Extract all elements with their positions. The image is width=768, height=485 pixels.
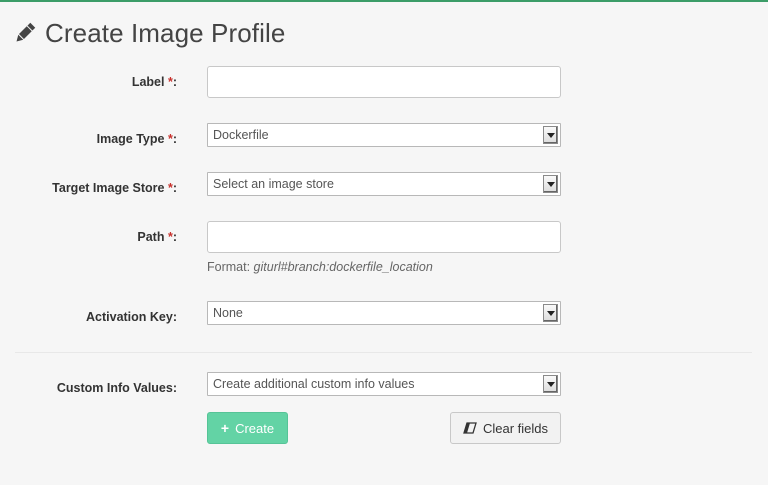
page-header: Create Image Profile xyxy=(14,16,285,50)
activation-key-label: Activation Key: xyxy=(86,310,177,324)
target-store-label: Target Image Store *: xyxy=(52,181,177,195)
chevron-down-icon[interactable] xyxy=(543,304,558,322)
activation-key-value: None xyxy=(213,306,243,320)
target-store-value: Select an image store xyxy=(213,177,334,191)
label-input[interactable] xyxy=(207,66,561,98)
clear-fields-button[interactable]: Clear fields xyxy=(450,412,561,444)
image-type-select[interactable]: Dockerfile xyxy=(207,123,561,147)
chevron-down-icon[interactable] xyxy=(543,175,558,193)
target-store-select[interactable]: Select an image store xyxy=(207,172,561,196)
image-type-value: Dockerfile xyxy=(213,128,269,142)
custom-info-select[interactable]: Create additional custom info values xyxy=(207,372,561,396)
path-help-text: Format: giturl#branch:dockerfile_locatio… xyxy=(207,260,433,274)
top-accent-line xyxy=(0,0,768,2)
clear-fields-label: Clear fields xyxy=(482,420,549,436)
chevron-down-icon[interactable] xyxy=(543,375,558,393)
page-title: Create Image Profile xyxy=(45,17,286,48)
eraser-icon xyxy=(463,422,477,434)
create-button-label: Create xyxy=(235,420,275,436)
image-type-label: Image Type *: xyxy=(96,132,177,146)
path-label: Path *: xyxy=(137,230,177,244)
create-button[interactable]: + Create xyxy=(207,412,288,444)
plus-icon: + xyxy=(220,420,230,436)
label-field-label: Label *: xyxy=(131,75,177,89)
custom-info-label: Custom Info Values: xyxy=(56,381,177,395)
activation-key-select[interactable]: None xyxy=(207,301,561,325)
path-input[interactable] xyxy=(207,221,561,253)
chevron-down-icon[interactable] xyxy=(543,126,558,144)
section-divider xyxy=(15,352,752,353)
custom-info-value: Create additional custom info values xyxy=(213,377,415,391)
pencil-icon xyxy=(14,21,36,45)
